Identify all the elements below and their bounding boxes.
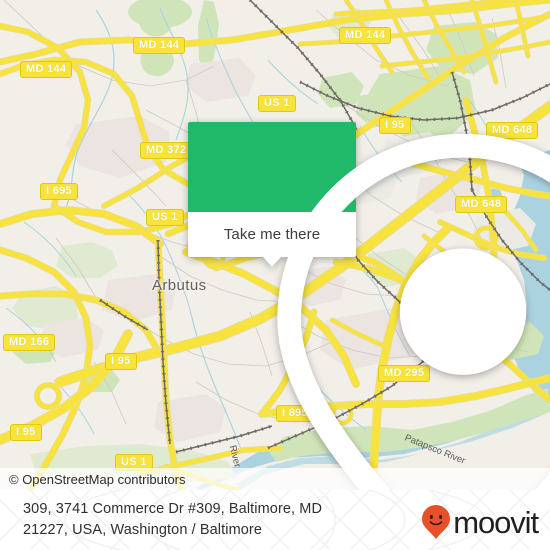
road-shield: US 1	[146, 209, 184, 226]
road-shield: MD 166	[3, 334, 56, 351]
road-shield: I 695	[40, 183, 78, 200]
road-shield: MD 144	[20, 61, 73, 78]
moovit-wordmark: moovit	[453, 504, 539, 540]
address-line-2: 21227, USA, Washington / Baltimore	[23, 522, 263, 538]
footer-bar: 309, 3741 Commerce Dr #309, Baltimore, M…	[0, 490, 550, 550]
moovit-location-card: .w{fill:none;stroke:#aad3df;} .land{fill…	[0, 0, 550, 550]
callout-header	[188, 122, 550, 490]
road-shield: I 95	[10, 424, 42, 441]
map-canvas[interactable]: .w{fill:none;stroke:#aad3df;} .land{fill…	[0, 0, 550, 490]
road-shield: MD 372	[140, 142, 193, 159]
road-shield: MD 144	[339, 27, 392, 44]
road-shield: I 95	[105, 353, 137, 370]
map-pin-icon	[277, 133, 550, 490]
take-me-there-label: Take me there	[223, 226, 321, 243]
road-shield: MD 144	[133, 37, 186, 54]
take-me-there-button[interactable]: Take me there	[188, 212, 356, 267]
callout-tail	[263, 257, 281, 267]
address-block: 309, 3741 Commerce Dr #309, Baltimore, M…	[0, 499, 370, 541]
moovit-pin-smiley-icon	[422, 505, 451, 539]
address-line-1: 309, 3741 Commerce Dr #309, Baltimore, M…	[23, 501, 323, 517]
moovit-brand[interactable]: moovit	[421, 504, 539, 540]
location-callout[interactable]: Take me there	[188, 122, 550, 490]
osm-attribution-text[interactable]: © OpenStreetMap contributors	[0, 472, 186, 487]
map-attribution-bar: © OpenStreetMap contributors	[0, 468, 550, 490]
road-shield: US 1	[258, 95, 296, 112]
